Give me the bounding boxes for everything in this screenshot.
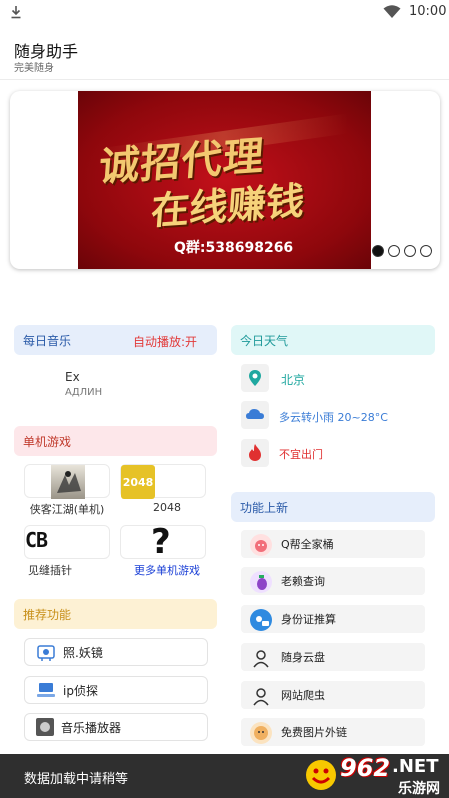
game-tile-2048[interactable]: 2048 (120, 464, 206, 499)
game-label-xiake[interactable]: 侠客江湖(单机) (24, 501, 110, 517)
games-header: 单机游戏 (14, 426, 217, 456)
ink-warrior-icon (51, 465, 85, 499)
weather-title: 今日天气 (240, 333, 289, 348)
update-label: 老赖查询 (281, 575, 325, 588)
banner-line2: 在线赚钱 (149, 178, 306, 234)
site-watermark: 962 .NET 乐游网 (300, 752, 449, 798)
update-item-cloud-drive[interactable]: 随身云盘 (241, 643, 425, 671)
question-mark-icon: ? (151, 522, 171, 562)
feature-music-player[interactable]: 音乐播放器 (24, 713, 208, 741)
update-item-image-host[interactable]: 免费图片外链 (241, 718, 425, 746)
music-player-icon (36, 718, 54, 736)
update-item-laolai[interactable]: 老赖查询 (241, 567, 425, 595)
feature-label: 照.妖镜 (63, 645, 103, 660)
music-header: 每日音乐 自动播放:开 (14, 325, 217, 355)
user-icon (250, 647, 272, 669)
banner-carousel[interactable]: 诚招代理 在线赚钱 Q群:538698266 (10, 91, 440, 269)
2048-icon: 2048 (121, 465, 155, 499)
updates-card: 功能上新 (231, 492, 435, 522)
carousel-dot[interactable] (404, 245, 416, 257)
update-label: 免费图片外链 (281, 726, 347, 739)
watermark-cn: 乐游网 (398, 781, 440, 797)
eggplant-icon (250, 571, 272, 593)
clock: 10:00 (409, 4, 447, 19)
weather-condition: 多云转小雨 20~28°C (279, 411, 388, 424)
game-tile-cb[interactable]: CB (24, 525, 110, 559)
toast-text: 数据加载中请稍等 (24, 772, 129, 787)
updates-title: 功能上新 (240, 500, 289, 515)
watermark-logo-icon (306, 760, 336, 790)
more-games-link[interactable]: 更多单机游戏 (120, 562, 214, 578)
fire-icon (241, 439, 269, 467)
update-item-idcard[interactable]: 身份证推算 (241, 605, 425, 633)
song-artist: АДЛИН (65, 387, 103, 398)
recommend-card: 推荐功能 (14, 599, 217, 629)
music-title: 每日音乐 (23, 333, 72, 348)
banner-qq: Q群:538698266 (174, 240, 294, 256)
cb-icon: CB (25, 528, 48, 552)
updates-header: 功能上新 (231, 492, 435, 522)
update-label: Q帮全家桶 (281, 538, 334, 551)
feature-ip[interactable]: ip侦探 (24, 676, 208, 704)
feature-label: ip侦探 (63, 683, 98, 698)
carousel-dot[interactable] (420, 245, 432, 257)
location-pin-icon (241, 364, 269, 392)
watermark-tld: .NET (392, 756, 439, 777)
carousel-dot[interactable] (388, 245, 400, 257)
weather-advice: 不宜出门 (279, 448, 323, 461)
weather-city: 北京 (281, 373, 306, 387)
game-label-cb[interactable]: 见缝插针 (24, 562, 76, 578)
update-label: 身份证推算 (281, 613, 336, 626)
recommend-header: 推荐功能 (14, 599, 217, 629)
status-bar: 10:00 (0, 0, 449, 24)
download-icon (11, 6, 21, 19)
game-label-2048[interactable]: 2048 (120, 501, 214, 514)
game-tile-xiake[interactable] (24, 464, 110, 499)
id-card-icon (250, 609, 272, 631)
carousel-indicator (372, 245, 432, 257)
update-label: 随身云盘 (281, 651, 325, 664)
carousel-dot[interactable] (372, 245, 384, 257)
app-bar: 随身助手 完美随身 (0, 24, 449, 80)
cloud-icon (241, 401, 269, 429)
pig-icon (250, 534, 272, 556)
games-title: 单机游戏 (23, 434, 72, 449)
music-card: 每日音乐 自动播放:开 Ex АДЛИН (14, 325, 217, 415)
weather-card: 今日天气 (231, 325, 435, 355)
update-item-qbang[interactable]: Q帮全家桶 (241, 530, 425, 558)
app-subtitle: 完美随身 (14, 63, 54, 74)
user-icon (250, 685, 272, 707)
weather-header: 今日天气 (231, 325, 435, 355)
face-icon (250, 722, 272, 744)
watermark-number: 962 (340, 754, 391, 782)
autoplay-toggle[interactable]: 自动播放:开 (133, 333, 197, 350)
update-item-crawler[interactable]: 网站爬虫 (241, 681, 425, 709)
feature-label: 音乐播放器 (61, 720, 122, 735)
song-title[interactable]: Ex (65, 370, 80, 384)
banner-image[interactable]: 诚招代理 在线赚钱 Q群:538698266 (78, 91, 371, 269)
games-card: 单机游戏 (14, 426, 217, 456)
game-tile-more[interactable]: ? (120, 522, 206, 562)
recommend-title: 推荐功能 (23, 607, 72, 622)
feature-zhaoyaojing[interactable]: 照.妖镜 (24, 638, 208, 666)
update-label: 网站爬虫 (281, 689, 325, 702)
mirror-icon (37, 645, 55, 661)
wifi-icon (383, 5, 401, 18)
network-icon (37, 683, 55, 697)
